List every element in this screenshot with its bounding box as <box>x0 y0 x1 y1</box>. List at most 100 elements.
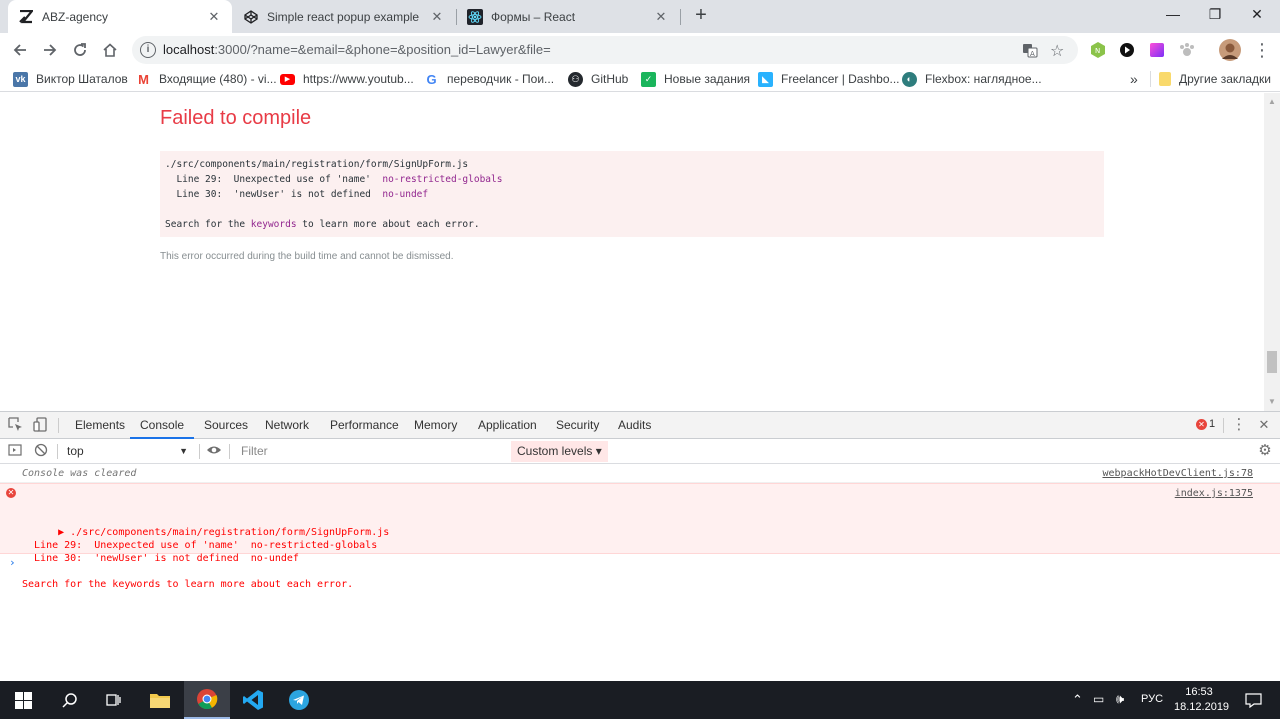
tab-abz-agency[interactable]: ABZ-agency ✕ <box>8 0 232 33</box>
svg-text:N: N <box>1095 47 1100 55</box>
eye-icon[interactable] <box>206 443 222 459</box>
paw-extension-icon[interactable] <box>1178 41 1196 59</box>
bookmark-github[interactable]: ⚇ GitHub <box>568 70 628 88</box>
devtools-menu-icon[interactable]: ⋮ <box>1231 417 1247 433</box>
windows-taskbar: ⌃ ▭ 🕪 РУС 16:53 18.12.2019 <box>0 681 1280 719</box>
close-icon[interactable]: ✕ <box>653 9 669 25</box>
language-indicator[interactable]: РУС <box>1141 693 1163 705</box>
tab-label: Simple react popup example <box>267 9 420 24</box>
chrome-menu-button[interactable]: ⋮ <box>1250 38 1274 62</box>
gradient-extension-icon[interactable] <box>1148 41 1166 59</box>
tab-console[interactable]: Console <box>130 412 195 439</box>
tab-audits[interactable]: Audits <box>616 412 653 439</box>
scroll-down-icon[interactable]: ▼ <box>1268 397 1276 406</box>
bookmark-label: Новые задания <box>664 72 751 86</box>
sidebar-toggle-icon[interactable] <box>7 443 23 459</box>
console-prompt[interactable]: › <box>0 556 1280 569</box>
error-count-icon[interactable]: ✕ <box>1196 419 1207 430</box>
hint-text: Search for the <box>165 219 251 230</box>
source-link[interactable]: webpackHotDevClient.js:78 <box>1102 464 1253 483</box>
close-devtools-icon[interactable]: ✕ <box>1256 417 1272 433</box>
volume-icon[interactable]: 🕪 <box>1116 691 1124 707</box>
clock[interactable]: 16:53 18.12.2019 <box>1174 685 1229 715</box>
page-scrollbar[interactable]: ▲ ▼ <box>1264 93 1280 411</box>
forward-button[interactable] <box>38 38 62 62</box>
info-icon[interactable]: i <box>140 42 156 58</box>
chrome-taskbar-button[interactable] <box>184 681 230 719</box>
page-content: Failed to compile ./src/components/main/… <box>0 93 1264 411</box>
svg-text:A: A <box>1030 50 1035 58</box>
back-button[interactable] <box>8 38 32 62</box>
tab-forms-react[interactable]: Формы – React ✕ <box>457 0 679 33</box>
error-overlay-box: ./src/components/main/registration/form/… <box>160 151 1104 237</box>
restore-button[interactable]: ❐ <box>1192 0 1238 30</box>
log-levels-dropdown[interactable]: Custom levels ▾ <box>511 441 608 462</box>
bookmark-freelancer[interactable]: ◣ Freelancer | Dashbo... <box>758 70 900 88</box>
bookmarks-overflow-button[interactable]: » <box>1130 70 1138 88</box>
bookmark-other[interactable]: Другие закладки <box>1159 70 1271 88</box>
task-view-button[interactable] <box>90 681 136 719</box>
file-explorer-button[interactable] <box>137 681 183 719</box>
close-icon[interactable]: ✕ <box>429 9 445 25</box>
console-toolbar: top ▼ Custom levels ▾ ⚙ <box>0 439 1280 464</box>
filter-input[interactable] <box>233 442 510 461</box>
gear-icon[interactable]: ⚙ <box>1257 443 1273 459</box>
error-message: Line 29: Unexpected use of 'name' <box>165 174 383 185</box>
bookmark-flexbox[interactable]: ◐ Flexbox: наглядное... <box>902 70 1042 88</box>
tab-performance[interactable]: Performance <box>328 412 401 439</box>
notifications-button[interactable] <box>1230 681 1276 719</box>
address-bar[interactable]: i localhost:3000/?name=&email=&phone=&po… <box>132 36 1078 64</box>
bookmark-label: Другие закладки <box>1179 72 1271 86</box>
clock-time: 16:53 <box>1185 686 1213 698</box>
tab-security[interactable]: Security <box>554 412 601 439</box>
tray-chevron-icon[interactable]: ⌃ <box>1072 692 1083 708</box>
device-toolbar-icon[interactable] <box>32 417 48 433</box>
tab-memory[interactable]: Memory <box>412 412 459 439</box>
console-error-message[interactable]: ✕ index.js:1375 ▶ ./src/components/main/… <box>0 483 1280 590</box>
source-link[interactable]: index.js:1375 <box>1175 487 1253 500</box>
bookmark-gmail[interactable]: M Входящие (480) - vi... <box>136 70 277 88</box>
scroll-up-icon[interactable]: ▲ <box>1268 97 1276 106</box>
bookmark-translate[interactable]: Gпереводчик - Пои... <box>424 70 554 88</box>
bookmark-youtube[interactable]: ▶ https://www.youtub... <box>280 70 414 88</box>
start-button[interactable] <box>0 681 46 719</box>
translate-icon[interactable]: A <box>1022 42 1038 61</box>
play-extension-icon[interactable] <box>1118 41 1136 59</box>
context-select[interactable]: top ▼ <box>60 442 194 461</box>
error-count[interactable]: 1 <box>1209 418 1215 430</box>
minimize-button[interactable]: — <box>1150 0 1196 30</box>
page-title: Failed to compile <box>160 107 312 129</box>
folder-icon <box>150 694 170 708</box>
error-icon: ✕ <box>6 488 16 498</box>
clear-console-icon[interactable] <box>33 443 49 459</box>
abz-logo-icon <box>18 9 34 25</box>
tab-application[interactable]: Application <box>476 412 539 439</box>
reload-button[interactable] <box>68 38 92 62</box>
home-button[interactable] <box>98 38 122 62</box>
divider <box>57 444 58 459</box>
tab-elements[interactable]: Elements <box>73 412 127 439</box>
prompt-chevron-icon: › <box>9 556 16 569</box>
bookmark-new-tasks[interactable]: ✓ Новые задания <box>641 70 750 88</box>
bookmark-vk[interactable]: vk Виктор Шаталов <box>13 70 128 88</box>
tab-sources[interactable]: Sources <box>202 412 250 439</box>
close-icon[interactable]: ✕ <box>206 9 222 25</box>
gmail-icon: M <box>136 71 151 87</box>
url-text[interactable]: localhost:3000/?name=&email=&phone=&posi… <box>163 42 551 57</box>
window-close-button[interactable]: ✕ <box>1234 0 1280 30</box>
search-button[interactable] <box>46 681 92 719</box>
inspect-element-icon[interactable] <box>7 417 23 433</box>
tab-simple-react-popup[interactable]: Simple react popup example ✕ <box>233 0 455 33</box>
tab-network[interactable]: Network <box>263 412 311 439</box>
avatar[interactable] <box>1219 39 1241 61</box>
new-tab-button[interactable]: + <box>690 5 712 27</box>
battery-icon[interactable]: ▭ <box>1093 692 1104 706</box>
error-line-30: Line 30: 'newUser' is not defined no-und… <box>165 187 1099 202</box>
node-extension-icon[interactable]: N <box>1089 41 1107 59</box>
vscode-taskbar-button[interactable] <box>230 681 276 719</box>
telegram-taskbar-button[interactable] <box>276 681 322 719</box>
star-icon[interactable]: ☆ <box>1050 41 1064 61</box>
keywords-link[interactable]: keywords <box>251 219 297 230</box>
scrollbar-thumb[interactable] <box>1267 351 1277 373</box>
youtube-icon: ▶ <box>280 73 295 85</box>
